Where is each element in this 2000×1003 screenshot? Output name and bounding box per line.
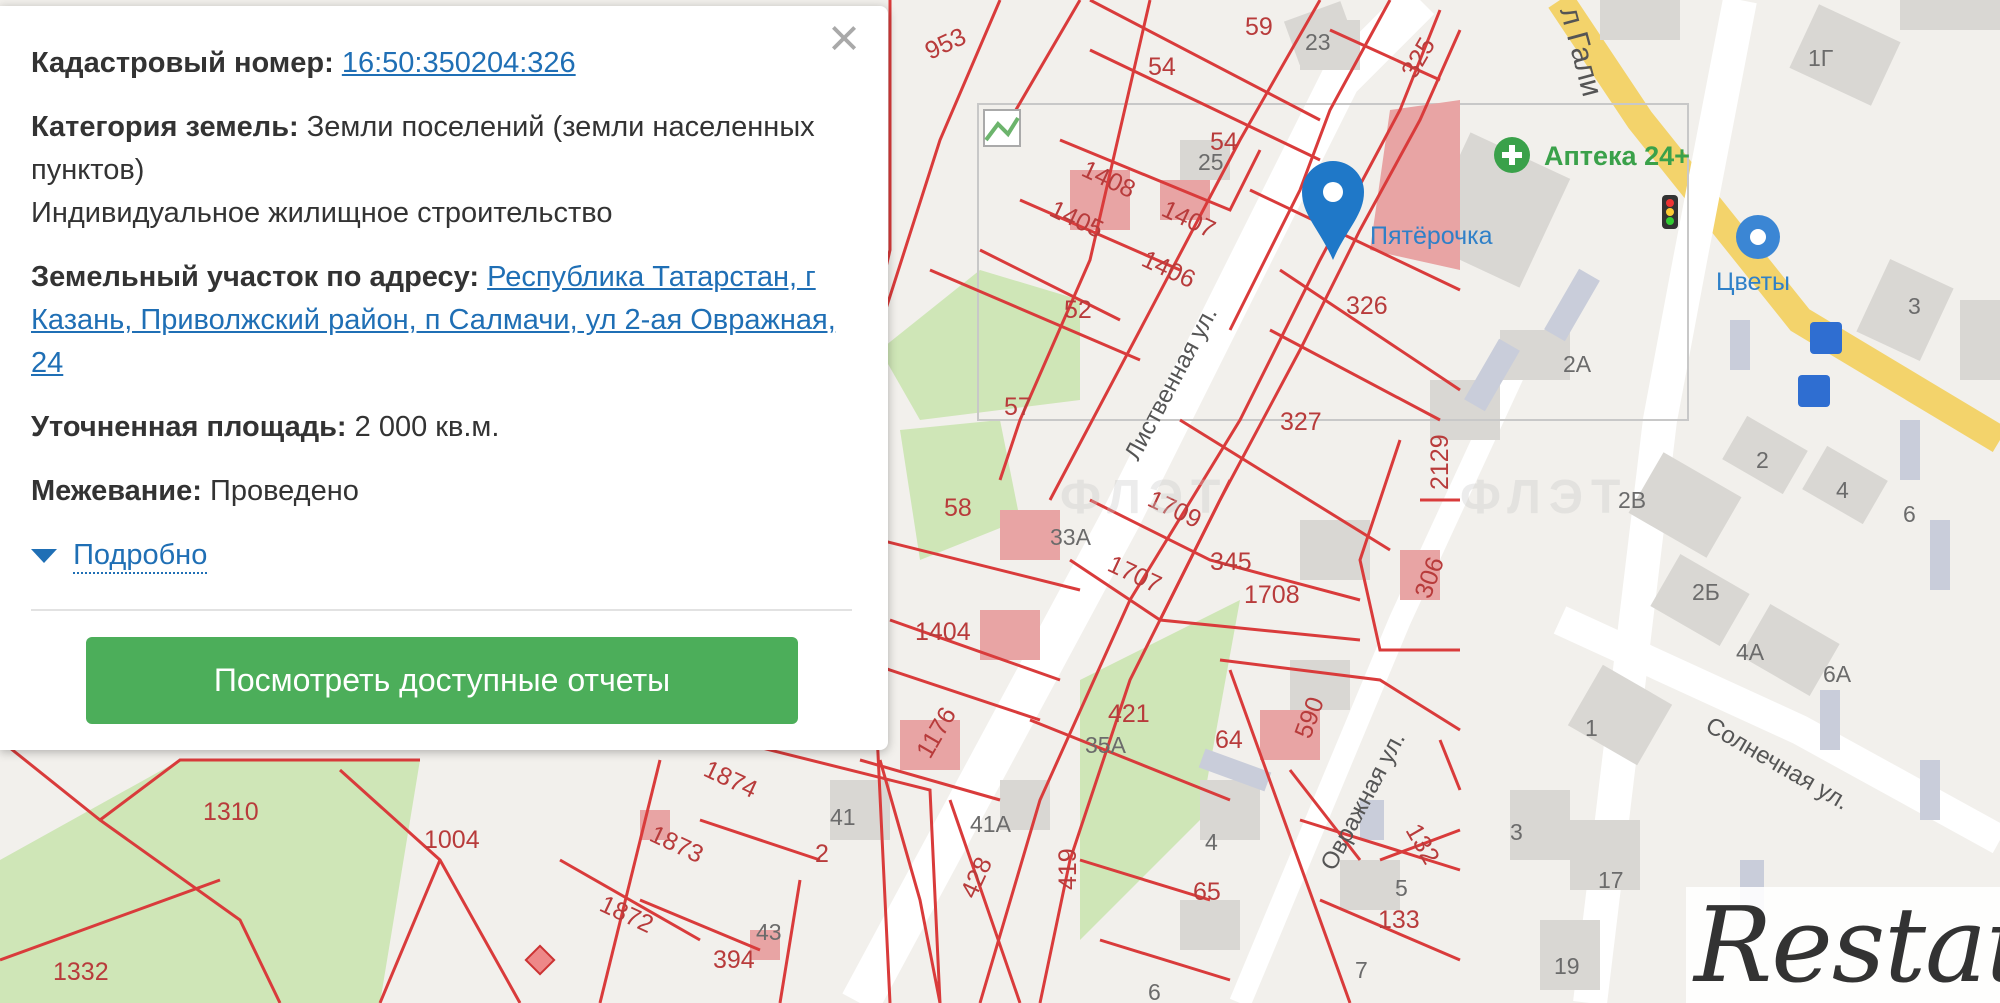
watermark: ФЛЭТ (1060, 471, 1229, 524)
details-toggle[interactable]: Подробно (31, 534, 842, 577)
house-label: 41 (830, 804, 856, 830)
survey-label: Межевание: (31, 475, 202, 507)
parcel-label: 1404 (915, 618, 971, 646)
parcel-label: 54 (1148, 53, 1176, 81)
house-label: 6 (1148, 979, 1161, 1003)
parcel-label: 421 (1108, 700, 1150, 728)
land-category-row: Категория земель: Земли поселений (земли… (31, 106, 842, 235)
address-label: Земельный участок по адресу: (31, 261, 480, 293)
poi-pharmacy[interactable]: Аптека 24+ (1494, 137, 1690, 173)
parcel-label: 64 (1215, 726, 1243, 754)
parcel-label: 65 (1193, 878, 1221, 906)
poi-label: Аптека 24+ (1544, 141, 1690, 171)
parcel-info-popup: × Кадастровый номер: 16:50:350204:326 Ка… (0, 6, 888, 750)
view-reports-button[interactable]: Посмотреть доступные отчеты (86, 637, 798, 724)
house-label: 25 (1198, 149, 1224, 175)
parcel-label: 52 (1064, 296, 1092, 324)
house-label: 4А (1736, 639, 1765, 665)
house-label: 3 (1908, 293, 1921, 319)
house-label: 4 (1836, 477, 1849, 503)
triangle-down-icon (31, 549, 57, 564)
bus-stop-icon (1810, 322, 1842, 354)
house-label: 19 (1554, 953, 1580, 979)
cadastral-label: Кадастровый номер: (31, 47, 334, 79)
house-label: 5 (1395, 875, 1408, 901)
house-label: 41А (970, 811, 1012, 837)
parcel-label-selected: 326 (1346, 292, 1388, 320)
parcel-label: 419 (1054, 848, 1082, 890)
house-label: 17 (1598, 867, 1624, 893)
close-icon[interactable]: × (820, 11, 868, 65)
details-link[interactable]: Подробно (73, 538, 208, 574)
house-label: 35А (1085, 732, 1127, 758)
cadastral-number-link[interactable]: 16:50:350204:326 (342, 47, 576, 79)
logo-text: Restate (1694, 887, 2000, 1003)
house-label: 6А (1823, 661, 1852, 687)
category-label: Категория земель: (31, 111, 299, 143)
house-label: 1 (1585, 715, 1598, 741)
parcel-label: 1332 (53, 958, 109, 986)
cadastral-number-row: Кадастровый номер: 16:50:350204:326 (31, 42, 842, 85)
house-label: 2А (1563, 351, 1592, 377)
parcel-label: 327 (1280, 408, 1322, 436)
parcel-label: 133 (1378, 906, 1420, 934)
house-label: 7 (1355, 957, 1368, 983)
parcel-label: 345 (1210, 548, 1252, 576)
area-value: 2 000 кв.м. (354, 411, 500, 443)
poi-label: Цветы (1716, 268, 1790, 296)
house-label: 43 (756, 919, 782, 945)
parcel-label: 59 (1245, 13, 1273, 41)
house-label: 23 (1305, 29, 1331, 55)
bus-stop-icon (1798, 375, 1830, 407)
parcel-label: 1708 (1244, 581, 1300, 609)
area-label: Уточненная площадь: (31, 411, 347, 443)
survey-value: Проведено (209, 475, 359, 507)
watermark: ФЛЭТ (1460, 471, 1629, 524)
area-row: Уточненная площадь: 2 000 кв.м. (31, 406, 842, 449)
parcel-label: 1310 (203, 798, 259, 826)
parcel-label: 1004 (424, 826, 480, 854)
usage-value: Индивидуальное жилищное строительство (31, 197, 613, 229)
house-label: 2Б (1692, 579, 1720, 605)
parcel-label: 2129 (1426, 434, 1454, 490)
divider (31, 609, 852, 611)
broken-image-icon (983, 109, 1021, 147)
house-label: 6 (1903, 501, 1916, 527)
house-label: 4 (1205, 829, 1218, 855)
poi-label: Пятёрочка (1370, 222, 1493, 250)
parcel-label: 2 (815, 840, 829, 868)
address-row: Земельный участок по адресу: Республика … (31, 256, 842, 385)
house-label: 3 (1510, 819, 1523, 845)
parcel-label: 394 (713, 946, 755, 974)
survey-row: Межевание: Проведено (31, 470, 842, 513)
house-label: 1Г (1808, 45, 1834, 71)
parcel-label: 57 (1004, 393, 1032, 421)
restate-logo: Restate (1686, 887, 2000, 1003)
